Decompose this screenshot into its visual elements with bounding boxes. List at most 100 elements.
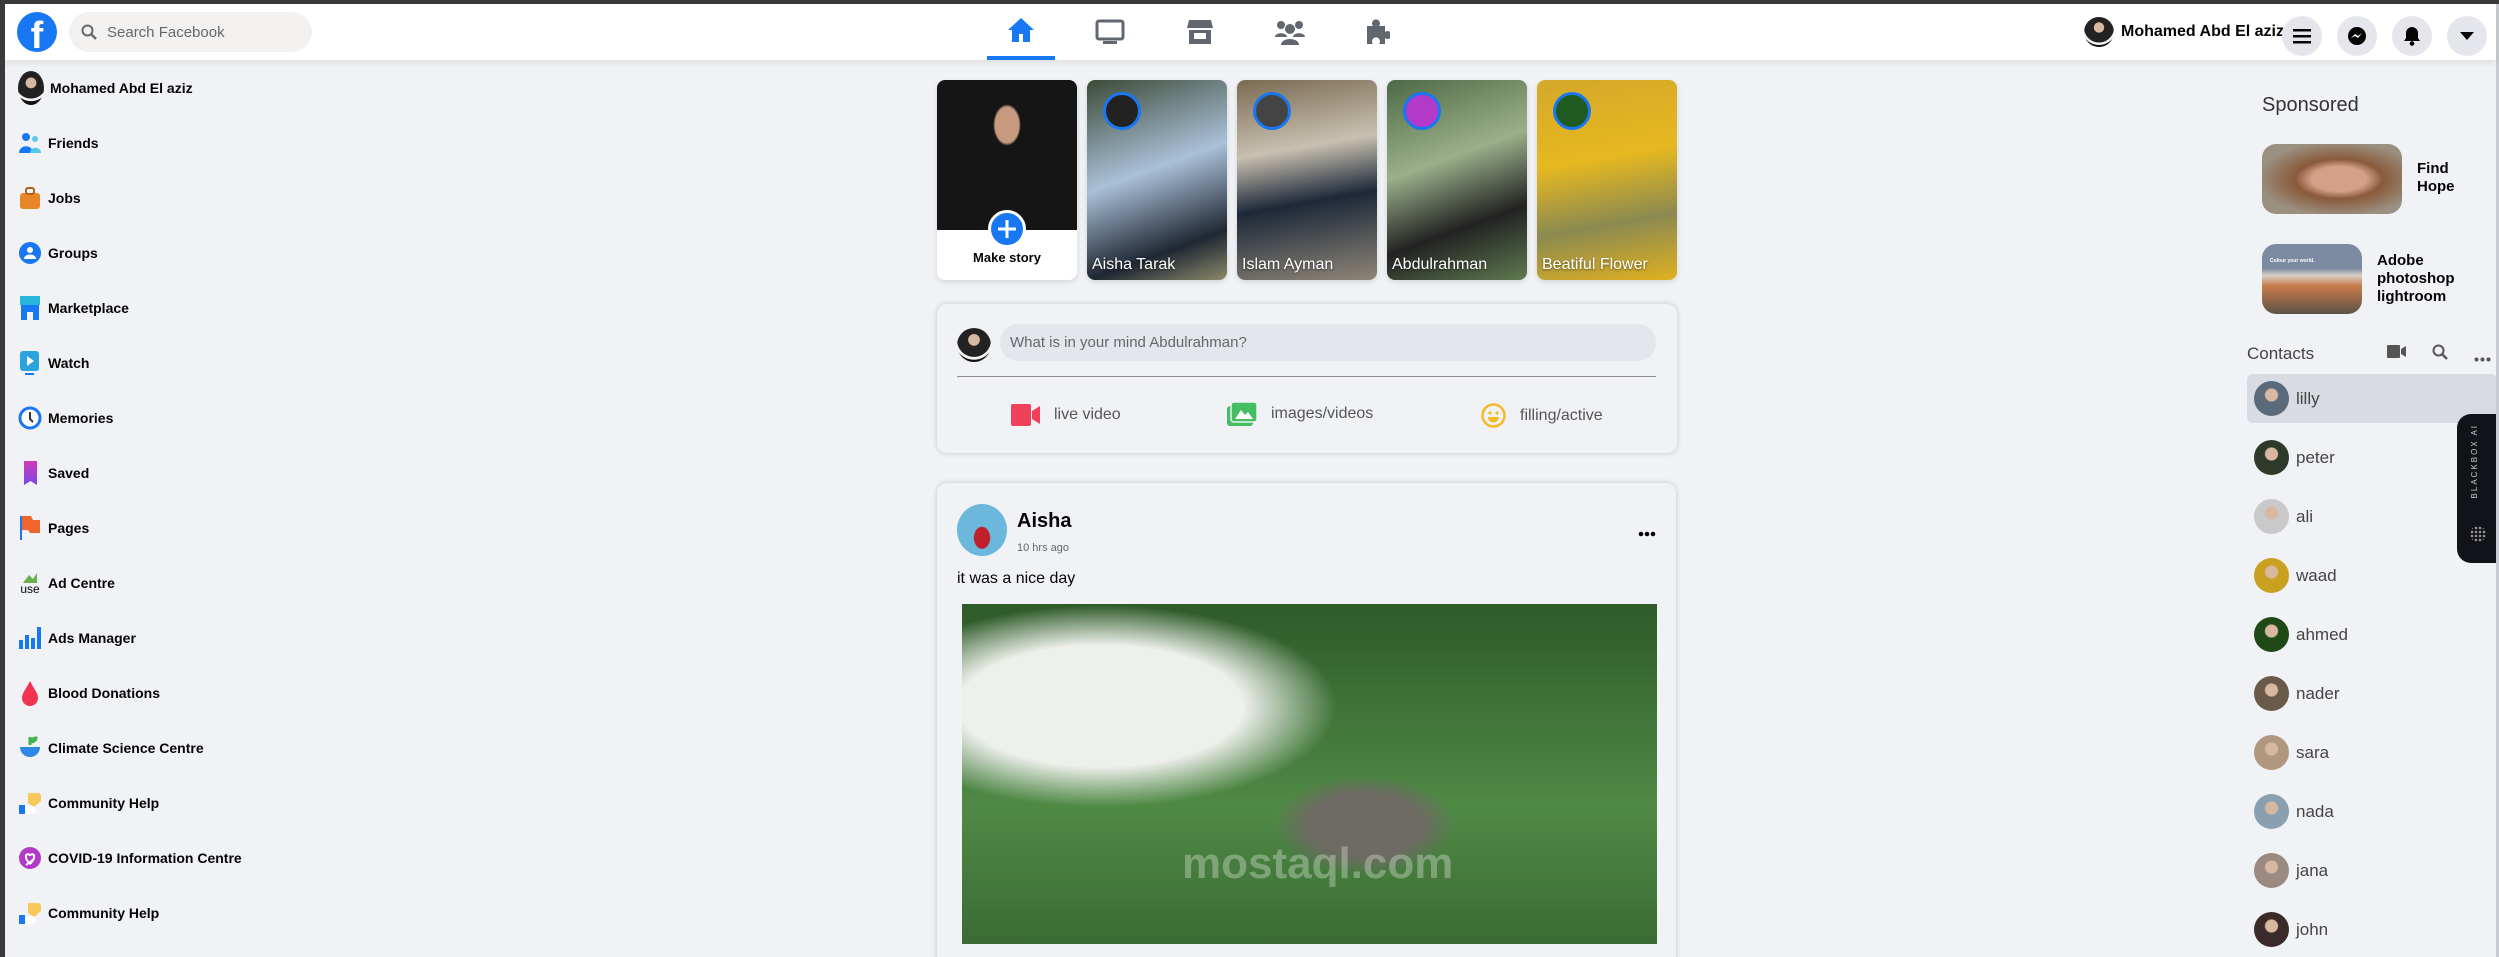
sidebar-item-pages[interactable]: Pages <box>18 510 89 546</box>
contact-name: ali <box>2296 506 2314 526</box>
story-image <box>937 80 1077 230</box>
story-name: Aisha Tarak <box>1092 256 1176 273</box>
live-video-button[interactable]: live video <box>1011 404 1121 426</box>
search-icon <box>81 24 97 40</box>
contact-item[interactable]: lilly <box>2247 374 2497 423</box>
sidebar-item-label: Saved <box>48 465 90 481</box>
tab-home[interactable] <box>987 4 1055 60</box>
story-name: Abdulrahman <box>1392 256 1488 273</box>
contact-name: nader <box>2296 683 2340 703</box>
feeling-activity-button[interactable]: filling/active <box>1481 403 1603 428</box>
ad-image[interactable]: Colour your world. <box>2262 244 2362 314</box>
story-name: Beatiful Flower <box>1542 256 1648 273</box>
broken-image-icon: use <box>18 571 42 595</box>
new-room-button[interactable] <box>2387 345 2406 363</box>
contact-item[interactable]: sara <box>2247 728 2497 777</box>
post-options-button[interactable] <box>1638 524 1656 542</box>
ad-image[interactable] <box>2262 144 2402 214</box>
tab-gaming[interactable] <box>1343 4 1411 60</box>
profile-link[interactable]: Mohamed Abd El aziz <box>2084 17 2284 47</box>
images-videos-button[interactable]: images/videos <box>1227 402 1373 426</box>
bell-icon <box>2404 27 2420 46</box>
story-card[interactable]: Beatiful Flower <box>1537 80 1677 280</box>
search-input[interactable]: Search Facebook <box>69 12 312 52</box>
smiley-icon <box>1481 403 1506 428</box>
account-dropdown-button[interactable] <box>2447 16 2487 56</box>
video-camera-icon <box>1011 404 1040 426</box>
contact-item[interactable]: nada <box>2247 787 2497 836</box>
avatar <box>18 71 44 105</box>
ad-title[interactable]: Adobe photoshop lightroom <box>2377 252 2467 306</box>
notifications-button[interactable] <box>2392 16 2432 56</box>
contact-item[interactable]: ahmed <box>2247 610 2497 659</box>
sidebar-item-ads-manager[interactable]: Ads Manager <box>18 620 136 656</box>
sidebar-item-jobs[interactable]: Jobs <box>18 180 81 216</box>
author-avatar[interactable] <box>957 504 1007 556</box>
sidebar-item-covid[interactable]: COVID-19 Information Centre <box>18 840 242 876</box>
more-dots-icon <box>1638 531 1656 537</box>
sidebar-item-profile[interactable]: Mohamed Abd El aziz <box>18 70 193 106</box>
contacts-heading: Contacts <box>2247 344 2315 363</box>
plus-icon[interactable] <box>988 210 1026 248</box>
clock-icon <box>18 406 42 430</box>
sidebar-item-label: Climate Science Centre <box>48 740 204 756</box>
store-icon <box>18 296 42 320</box>
post-author[interactable]: Aisha <box>1017 510 1071 533</box>
tab-groups[interactable] <box>1256 4 1324 60</box>
contact-item[interactable]: john <box>2247 905 2497 954</box>
sidebar-item-friends[interactable]: Friends <box>18 125 99 161</box>
sidebar-item-marketplace[interactable]: Marketplace <box>18 290 129 326</box>
blackbox-ai-widget[interactable]: BLACKBOX AI <box>2457 414 2499 563</box>
tab-watch[interactable] <box>1076 4 1144 60</box>
store-icon <box>1187 20 1213 44</box>
post-image[interactable]: mostaql.com <box>962 604 1657 944</box>
menu-button[interactable] <box>2282 16 2322 56</box>
contact-avatar <box>2254 794 2289 829</box>
contact-item[interactable]: jana <box>2247 846 2497 895</box>
sidebar-item-label: Marketplace <box>48 300 129 316</box>
post-text: it was a nice day <box>957 570 1076 587</box>
helping-hand-icon <box>18 791 42 815</box>
ad-title[interactable]: Find Hope <box>2417 160 2477 196</box>
sidebar-item-blood-donations[interactable]: Blood Donations <box>18 675 160 711</box>
story-card[interactable]: Abdulrahman <box>1387 80 1527 280</box>
window-left-border <box>0 0 5 957</box>
contact-item[interactable]: nader <box>2247 669 2497 718</box>
sidebar-item-ad-centre[interactable]: use Ad Centre <box>18 565 115 601</box>
contact-name: waad <box>2296 565 2337 585</box>
action-label: images/videos <box>1271 405 1374 422</box>
contacts-options-button[interactable] <box>2474 349 2491 367</box>
story-card[interactable]: Islam Ayman <box>1237 80 1377 280</box>
action-label: live video <box>1054 406 1121 423</box>
flag-icon <box>18 516 42 540</box>
sidebar-item-label: Memories <box>48 410 114 426</box>
story-avatar <box>1403 92 1441 130</box>
search-contacts-button[interactable] <box>2432 344 2448 365</box>
action-label: filling/active <box>1520 406 1603 424</box>
messenger-button[interactable] <box>2337 16 2377 56</box>
contact-avatar <box>2254 912 2289 947</box>
facebook-logo-icon[interactable]: f <box>17 12 57 52</box>
story-avatar <box>1103 92 1141 130</box>
briefcase-icon <box>18 186 42 210</box>
sidebar-item-watch[interactable]: Watch <box>18 345 89 381</box>
tab-marketplace[interactable] <box>1166 4 1234 60</box>
sidebar-item-community-help-2[interactable]: Community Help <box>18 895 159 931</box>
sidebar-item-saved[interactable]: Saved <box>18 455 89 491</box>
sidebar-item-groups[interactable]: Groups <box>18 235 98 271</box>
story-name: Islam Ayman <box>1242 256 1334 273</box>
contact-item[interactable]: waad <box>2247 551 2497 600</box>
people-icon <box>1275 21 1305 45</box>
sidebar-item-memories[interactable]: Memories <box>18 400 113 436</box>
contact-avatar <box>2254 558 2289 593</box>
sidebar-item-community-help[interactable]: Community Help <box>18 785 159 821</box>
ad-image-caption: Colour your world. <box>2270 258 2315 264</box>
contact-name: nada <box>2296 801 2334 821</box>
composer-input[interactable]: What is in your mind Abdulrahman? <box>1000 324 1656 361</box>
post-time[interactable]: 10 hrs ago <box>1017 542 1069 554</box>
story-card[interactable]: Aisha Tarak <box>1087 80 1227 280</box>
make-story-card[interactable]: Make story <box>937 80 1077 280</box>
watermark: mostaql.com <box>1182 839 1454 888</box>
sidebar-item-climate-science[interactable]: Climate Science Centre <box>18 730 204 766</box>
contact-name: ahmed <box>2296 624 2348 644</box>
